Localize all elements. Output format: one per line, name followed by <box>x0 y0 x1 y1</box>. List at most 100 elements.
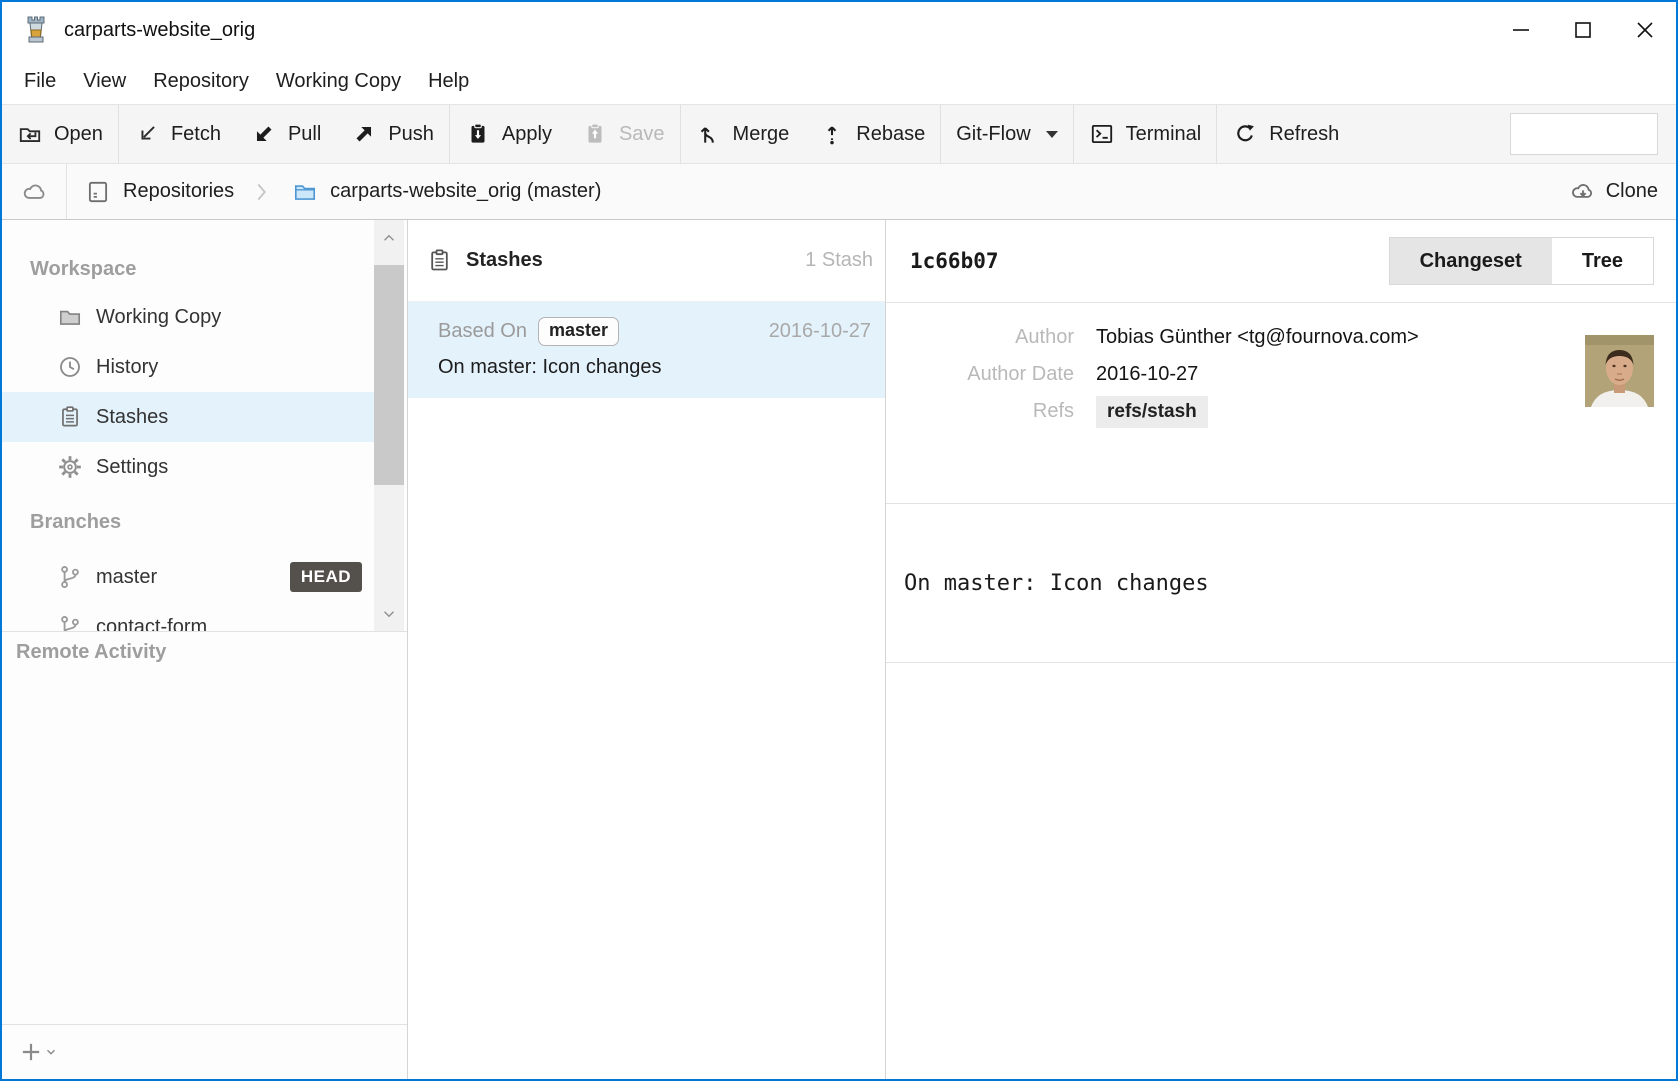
gear-icon <box>57 454 83 480</box>
clone-cloud-icon <box>1570 179 1596 205</box>
sidebar-scrollbar[interactable] <box>374 220 404 631</box>
scroll-down-icon[interactable] <box>374 596 404 631</box>
author-label: Author <box>886 326 1074 349</box>
save-button[interactable]: Save <box>567 105 680 163</box>
cloud-services-button[interactable] <box>2 179 66 205</box>
open-button[interactable]: Open <box>2 105 118 163</box>
menu-view[interactable]: View <box>83 70 126 93</box>
rebase-icon <box>819 121 845 147</box>
sidebar-branch-contact-form[interactable]: contact-form <box>2 602 374 631</box>
sidebar-item-settings[interactable]: Settings <box>2 442 374 492</box>
clipboard-icon <box>426 247 453 274</box>
author-date-row: Author Date 2016-10-27 <box>886 356 1676 393</box>
menu-file[interactable]: File <box>24 70 56 93</box>
commit-message: On master: Icon changes <box>886 503 1676 663</box>
sidebar-item-working-copy[interactable]: Working Copy <box>2 292 374 342</box>
terminal-icon <box>1089 121 1115 147</box>
stash-branch-chip: master <box>538 317 619 346</box>
open-folder-icon <box>17 121 43 147</box>
toolbar-search-input[interactable] <box>1510 113 1658 155</box>
menu-working-copy[interactable]: Working Copy <box>276 70 401 93</box>
stash-count: 1 Stash <box>805 249 873 272</box>
branch-icon <box>57 564 83 590</box>
detail-header: 1c66b07 Changeset Tree <box>886 220 1676 303</box>
workspace-section-header: Workspace <box>2 246 374 292</box>
sidebar: Workspace Working Copy History <box>2 220 408 1079</box>
commit-meta-section: Author Tobias Günther <tg@fournova.com> … <box>886 303 1676 503</box>
apply-button[interactable]: Apply <box>450 105 567 163</box>
breadcrumb-bar: Repositories carparts-website_orig (mast… <box>2 164 1676 220</box>
menu-help[interactable]: Help <box>428 70 469 93</box>
app-window: carparts-website_orig File View Reposito… <box>0 0 1678 1081</box>
scroll-up-icon[interactable] <box>374 220 404 255</box>
window-controls <box>1490 2 1676 58</box>
main-area: Workspace Working Copy History <box>2 220 1676 1079</box>
close-button[interactable] <box>1614 2 1676 58</box>
stash-list-title: Stashes <box>466 249 543 272</box>
refresh-icon <box>1232 121 1258 147</box>
scrollbar-thumb[interactable] <box>374 265 404 485</box>
remote-activity-section-header: Remote Activity <box>2 632 407 672</box>
detail-panel: 1c66b07 Changeset Tree Author Tobias Gün… <box>886 220 1676 1079</box>
apply-clipboard-icon <box>465 121 491 147</box>
stash-list-item[interactable]: Based On master 2016-10-27 On master: Ic… <box>408 302 885 398</box>
menu-repository[interactable]: Repository <box>153 70 249 93</box>
chevron-down-icon <box>44 1045 58 1059</box>
repo-drive-icon <box>85 179 111 205</box>
refs-badge: refs/stash <box>1096 396 1208 428</box>
sidebar-items: Workspace Working Copy History <box>2 220 374 631</box>
chevron-down-icon <box>1046 131 1058 138</box>
menu-bar: File View Repository Working Copy Help <box>2 58 1676 104</box>
tab-changeset[interactable]: Changeset <box>1390 238 1552 284</box>
title-bar: carparts-website_orig <box>2 2 1676 58</box>
breadcrumb-current-repo[interactable]: carparts-website_orig (master) <box>274 179 615 205</box>
cloud-icon <box>22 179 48 205</box>
branches-section-header: Branches <box>2 492 374 552</box>
window-title: carparts-website_orig <box>64 19 255 42</box>
based-on-label: Based On <box>438 320 527 343</box>
clipboard-icon <box>57 404 83 430</box>
refs-row: Refs refs/stash <box>886 393 1676 430</box>
author-date-label: Author Date <box>886 363 1074 386</box>
tab-tree[interactable]: Tree <box>1552 238 1653 284</box>
terminal-button[interactable]: Terminal <box>1074 105 1217 163</box>
clock-icon <box>57 354 83 380</box>
author-row: Author Tobias Günther <tg@fournova.com> <box>886 319 1676 356</box>
clone-button[interactable]: Clone <box>1570 179 1676 205</box>
avatar <box>1585 335 1654 407</box>
push-button[interactable]: Push <box>336 105 449 163</box>
sidebar-item-stashes[interactable]: Stashes <box>2 392 374 442</box>
sidebar-branch-master[interactable]: master HEAD <box>2 552 374 602</box>
commit-hash: 1c66b07 <box>910 249 999 273</box>
branch-icon <box>57 614 83 631</box>
sidebar-footer <box>2 1024 407 1079</box>
view-switcher: Changeset Tree <box>1389 237 1654 285</box>
merge-icon <box>696 121 722 147</box>
refresh-button[interactable]: Refresh <box>1217 105 1354 163</box>
author-value: Tobias Günther <tg@fournova.com> <box>1096 326 1419 349</box>
scrollbar-track[interactable] <box>374 255 404 596</box>
minimize-button[interactable] <box>1490 2 1552 58</box>
pull-button[interactable]: Pull <box>236 105 336 163</box>
save-clipboard-icon <box>582 121 608 147</box>
rebase-button[interactable]: Rebase <box>804 105 940 163</box>
head-badge: HEAD <box>290 562 362 592</box>
merge-button[interactable]: Merge <box>681 105 805 163</box>
stash-date: 2016-10-27 <box>769 320 871 343</box>
fetch-button[interactable]: Fetch <box>119 105 236 163</box>
stash-message: On master: Icon changes <box>438 356 871 379</box>
author-date-value: 2016-10-27 <box>1096 363 1198 386</box>
app-logo-icon <box>22 15 50 45</box>
gitflow-button[interactable]: Git-Flow <box>941 105 1072 163</box>
blue-folder-icon <box>292 179 318 205</box>
breadcrumb-repositories[interactable]: Repositories <box>67 179 248 205</box>
toolbar: Open Fetch Pull Push <box>2 104 1676 164</box>
maximize-button[interactable] <box>1552 2 1614 58</box>
pull-arrow-icon <box>251 121 277 147</box>
sidebar-item-history[interactable]: History <box>2 342 374 392</box>
fetch-arrow-icon <box>134 121 160 147</box>
add-repository-button[interactable] <box>18 1039 58 1065</box>
sidebar-empty-space <box>2 672 407 1024</box>
plus-icon <box>18 1039 44 1065</box>
chevron-right-icon <box>248 179 274 205</box>
